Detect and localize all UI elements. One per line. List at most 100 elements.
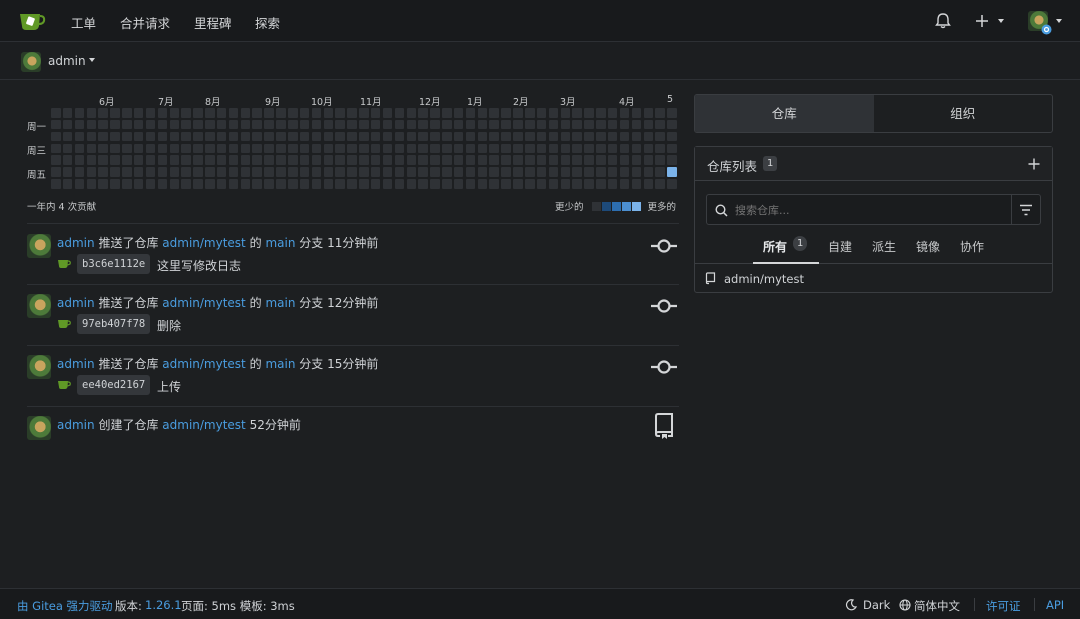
heatmap-cell[interactable] <box>572 131 582 142</box>
actor-avatar[interactable] <box>27 355 51 379</box>
heatmap-cell[interactable] <box>240 108 251 118</box>
heatmap-cell[interactable] <box>607 143 618 154</box>
heatmap-cell[interactable] <box>62 108 73 118</box>
heatmap-cell[interactable] <box>252 179 262 189</box>
heatmap-cell[interactable] <box>667 167 677 177</box>
tab-sources[interactable]: 自建 <box>828 238 852 255</box>
tab-organizations[interactable]: 组织 <box>874 95 1053 132</box>
heatmap-cell[interactable] <box>145 143 156 154</box>
heatmap-cell[interactable] <box>169 167 179 177</box>
heatmap-cell[interactable] <box>264 167 274 177</box>
heatmap-cell[interactable] <box>501 143 511 154</box>
nav-pull-requests[interactable]: 合并请求 <box>120 13 170 32</box>
heatmap-cell[interactable] <box>74 167 85 177</box>
heatmap-cell[interactable] <box>110 143 120 154</box>
heatmap-cell[interactable] <box>418 108 428 118</box>
heatmap-cell[interactable] <box>240 179 251 189</box>
branch-link[interactable]: main <box>265 296 295 310</box>
heatmap-cell[interactable] <box>86 143 97 154</box>
heatmap-cell[interactable] <box>205 131 215 142</box>
footer-powered-link[interactable]: 由 Gitea 强力驱动 <box>17 598 113 614</box>
tab-repositories[interactable]: 仓库 <box>695 95 874 132</box>
heatmap-cell[interactable] <box>477 155 488 165</box>
heatmap-cell[interactable] <box>501 119 511 130</box>
heatmap-cell[interactable] <box>181 179 191 189</box>
heatmap-cell[interactable] <box>406 179 416 189</box>
heatmap-cell[interactable] <box>228 143 239 154</box>
footer-license-link[interactable]: 许可证 <box>986 598 1021 614</box>
heatmap-cell[interactable] <box>205 119 215 130</box>
heatmap-cell[interactable] <box>240 119 251 130</box>
heatmap-cell[interactable] <box>276 179 286 189</box>
heatmap-cell[interactable] <box>619 119 630 130</box>
heatmap-cell[interactable] <box>513 108 523 118</box>
heatmap-cell[interactable] <box>276 167 286 177</box>
heatmap-cell[interactable] <box>205 108 215 118</box>
heatmap-cell[interactable] <box>86 119 97 130</box>
heatmap-cell[interactable] <box>205 167 215 177</box>
heatmap-cell[interactable] <box>288 167 298 177</box>
heatmap-cell[interactable] <box>418 143 428 154</box>
heatmap-cell[interactable] <box>584 179 594 189</box>
heatmap-cell[interactable] <box>643 167 653 177</box>
heatmap-cell[interactable] <box>453 131 464 142</box>
heatmap-cell[interactable] <box>394 143 405 154</box>
heatmap-cell[interactable] <box>536 131 547 142</box>
heatmap-cell[interactable] <box>359 179 369 189</box>
heatmap-cell[interactable] <box>311 179 322 189</box>
heatmap-cell[interactable] <box>430 179 440 189</box>
heatmap-cell[interactable] <box>62 167 73 177</box>
heatmap-cell[interactable] <box>347 179 357 189</box>
heatmap-cell[interactable] <box>98 167 108 177</box>
heatmap-cell[interactable] <box>465 167 476 177</box>
heatmap-cell[interactable] <box>288 143 298 154</box>
new-repo-plus-icon[interactable] <box>1028 158 1040 170</box>
heatmap-cell[interactable] <box>110 155 120 165</box>
heatmap-cell[interactable] <box>560 119 571 130</box>
heatmap-cell[interactable] <box>430 155 440 165</box>
heatmap-cell[interactable] <box>572 143 582 154</box>
bell-icon[interactable] <box>935 12 951 29</box>
heatmap-cell[interactable] <box>205 179 215 189</box>
heatmap-cell[interactable] <box>133 108 144 118</box>
heatmap-cell[interactable] <box>525 143 535 154</box>
heatmap-cell[interactable] <box>513 119 523 130</box>
heatmap-cell[interactable] <box>394 179 405 189</box>
heatmap-cell[interactable] <box>264 155 274 165</box>
heatmap-cell[interactable] <box>394 167 405 177</box>
heatmap-cell[interactable] <box>205 155 215 165</box>
heatmap-cell[interactable] <box>228 119 239 130</box>
heatmap-cell[interactable] <box>335 131 345 142</box>
heatmap-cell[interactable] <box>299 179 310 189</box>
heatmap-cell[interactable] <box>181 108 191 118</box>
heatmap-cell[interactable] <box>513 167 523 177</box>
heatmap-cell[interactable] <box>370 167 381 177</box>
nav-issues[interactable]: 工单 <box>71 13 96 32</box>
heatmap-cell[interactable] <box>465 143 476 154</box>
heatmap-cell[interactable] <box>596 167 606 177</box>
heatmap-cell[interactable] <box>51 179 61 189</box>
repo-link[interactable]: admin/mytest <box>162 418 245 432</box>
repo-link[interactable]: admin/mytest <box>162 296 245 310</box>
actor-link[interactable]: admin <box>57 296 95 310</box>
heatmap-cell[interactable] <box>359 131 369 142</box>
heatmap-cell[interactable] <box>430 143 440 154</box>
chevron-down-icon[interactable] <box>88 57 96 63</box>
heatmap-cell[interactable] <box>406 155 416 165</box>
heatmap-cell[interactable] <box>228 179 239 189</box>
heatmap-cell[interactable] <box>122 155 132 165</box>
heatmap-cell[interactable] <box>216 167 227 177</box>
heatmap-cell[interactable] <box>359 119 369 130</box>
heatmap-cell[interactable] <box>548 131 559 142</box>
heatmap-cell[interactable] <box>157 108 168 118</box>
heatmap-cell[interactable] <box>193 119 203 130</box>
heatmap-cell[interactable] <box>62 155 73 165</box>
heatmap-cell[interactable] <box>667 143 677 154</box>
heatmap-cell[interactable] <box>548 119 559 130</box>
heatmap-cell[interactable] <box>264 119 274 130</box>
repo-link[interactable]: admin/mytest <box>162 357 245 371</box>
heatmap-cell[interactable] <box>536 179 547 189</box>
heatmap-cell[interactable] <box>584 143 594 154</box>
heatmap-cell[interactable] <box>86 108 97 118</box>
heatmap-cell[interactable] <box>133 131 144 142</box>
